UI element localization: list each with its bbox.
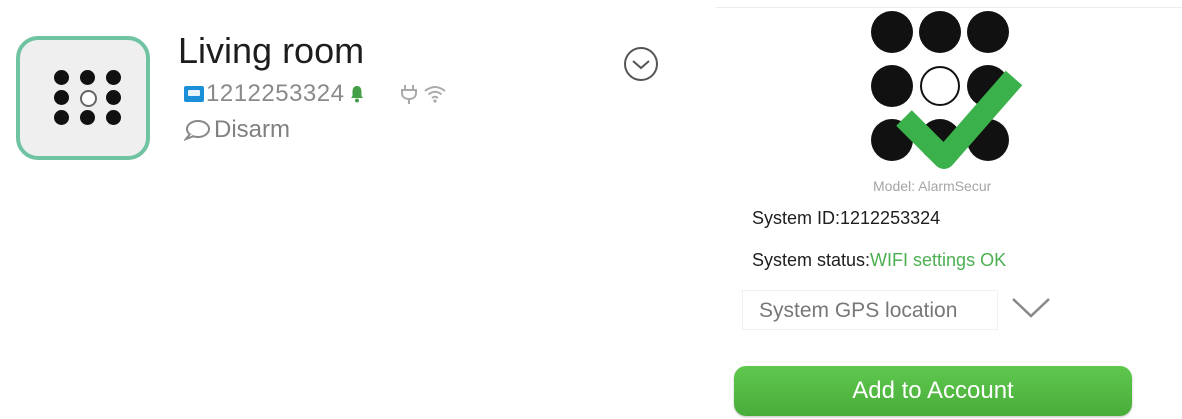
- system-id-line: System ID:1212253324: [752, 208, 940, 229]
- plug-icon: [401, 85, 418, 104]
- system-id-value: 1212253324: [840, 208, 941, 228]
- system-status-value: WIFI settings OK: [870, 250, 1007, 270]
- chat-bubble-icon: [184, 120, 210, 141]
- add-to-account-button[interactable]: Add to Account: [734, 366, 1132, 416]
- device-card[interactable]: Living room 1212253324 Disarm: [0, 0, 700, 200]
- expand-chevron-icon[interactable]: [622, 45, 660, 83]
- device-name: Living room: [178, 30, 365, 71]
- checkmark-logo-icon: [871, 11, 1023, 169]
- panel-divider: [716, 7, 1182, 8]
- keypad-icon: [54, 70, 124, 130]
- bell-icon: [351, 86, 364, 103]
- wifi-icon: [424, 86, 447, 103]
- device-keypad-tile[interactable]: [16, 36, 150, 160]
- model-label: Model: AlarmSecur: [873, 178, 992, 194]
- chevron-down-icon[interactable]: [1010, 295, 1052, 321]
- id-badge-icon: [184, 86, 204, 102]
- system-status-line: System status:WIFI settings OK: [752, 250, 1006, 271]
- device-id: 1212253324: [206, 80, 345, 107]
- system-detail-panel: Model: AlarmSecur System ID:1212253324 S…: [712, 0, 1182, 419]
- device-status: Disarm: [214, 116, 290, 143]
- device-status-row: Disarm: [184, 116, 290, 144]
- device-id-row: 1212253324: [184, 80, 447, 107]
- system-id-label: System ID:: [752, 208, 841, 228]
- gps-location-field[interactable]: System GPS location: [742, 290, 998, 330]
- system-status-label: System status:: [752, 250, 871, 270]
